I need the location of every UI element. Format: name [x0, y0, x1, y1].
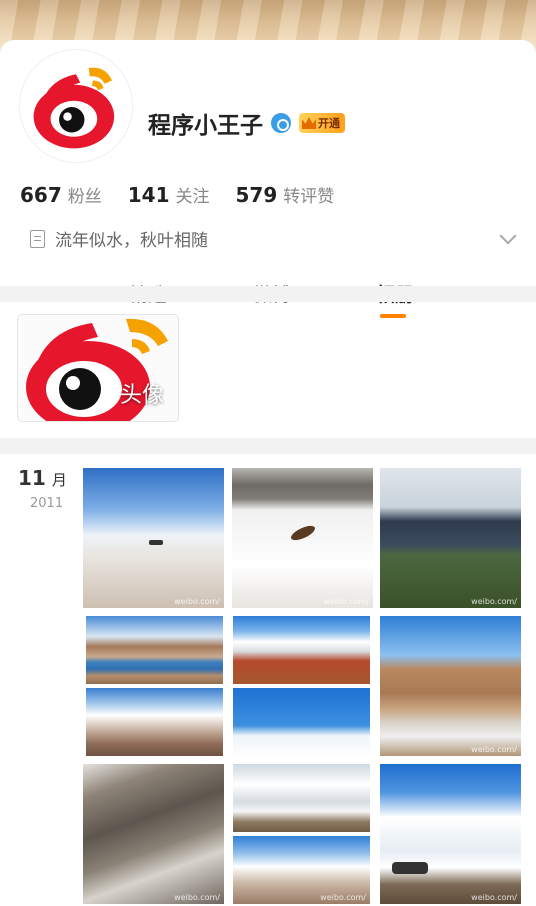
stat-label: 关注 [175, 187, 210, 207]
photo-thumbnail[interactable] [233, 688, 370, 756]
stat-number: 141 [127, 183, 170, 207]
male-verified-icon [271, 113, 291, 133]
stat-label: 粉丝 [67, 187, 102, 207]
watermark-text: weibo.com/ [471, 893, 517, 902]
chevron-down-icon[interactable] [499, 227, 517, 244]
timeline-date: 11 月 2011 [18, 466, 78, 511]
stat-following[interactable]: 141 关注 [128, 182, 210, 207]
document-icon [30, 229, 45, 248]
watermark-text: weibo.com/ [471, 745, 517, 754]
tab-active-indicator [380, 314, 406, 318]
album-label: 头像 [119, 383, 164, 408]
photo-thumbnail[interactable]: weibo.com/ [233, 836, 370, 904]
profile-stats: 667 粉丝 141 关注 579 转评赞 [20, 182, 334, 207]
photo-thumbnail[interactable]: weibo.com/ [380, 764, 521, 904]
avatar[interactable] [20, 50, 132, 162]
album-avatar[interactable]: 头像 [18, 315, 178, 421]
photo-thumbnail[interactable] [233, 764, 370, 832]
stat-number: 667 [20, 183, 62, 207]
stat-interactions[interactable]: 579 转评赞 [236, 182, 335, 207]
stat-followers[interactable]: 667 粉丝 [20, 182, 102, 207]
watermark-text: weibo.com/ [323, 597, 369, 606]
watermark-text: weibo.com/ [471, 597, 517, 606]
section-divider [0, 286, 536, 302]
year-label: 2011 [30, 496, 64, 511]
weibo-logo-icon [23, 53, 129, 159]
profile-card: 程序小王子 开通 667 粉丝 141 关注 579 转评赞 流年似水，秋叶相随… [0, 40, 536, 318]
section-divider [0, 438, 536, 454]
username[interactable]: 程序小王子 [148, 106, 263, 140]
bio-text: 流年似水，秋叶相随 [55, 231, 208, 251]
watermark-text: weibo.com/ [174, 893, 220, 902]
vip-badge[interactable]: 开通 [299, 113, 345, 133]
photo-thumbnail[interactable]: weibo.com/ [380, 616, 521, 756]
photo-thumbnail[interactable] [86, 616, 223, 684]
watermark-text: weibo.com/ [320, 893, 366, 902]
photo-thumbnail[interactable] [86, 688, 223, 756]
watermark-text: weibo.com/ [174, 597, 220, 606]
photo-thumbnail[interactable] [233, 616, 370, 684]
month-number: 11 [18, 466, 46, 490]
name-row: 程序小王子 开通 [148, 106, 345, 140]
crown-icon [302, 117, 316, 129]
photo-thumbnail[interactable]: weibo.com/ [380, 468, 521, 608]
stat-number: 579 [235, 183, 278, 207]
bio-row[interactable]: 流年似水，秋叶相随 [30, 226, 520, 251]
photo-thumbnail[interactable]: weibo.com/ [83, 764, 224, 904]
photo-thumbnail[interactable]: weibo.com/ [83, 468, 224, 608]
photo-thumbnail[interactable]: weibo.com/ [232, 468, 373, 608]
stat-label: 转评赞 [283, 187, 335, 207]
vip-label: 开通 [318, 117, 340, 130]
month-unit: 月 [51, 471, 67, 489]
